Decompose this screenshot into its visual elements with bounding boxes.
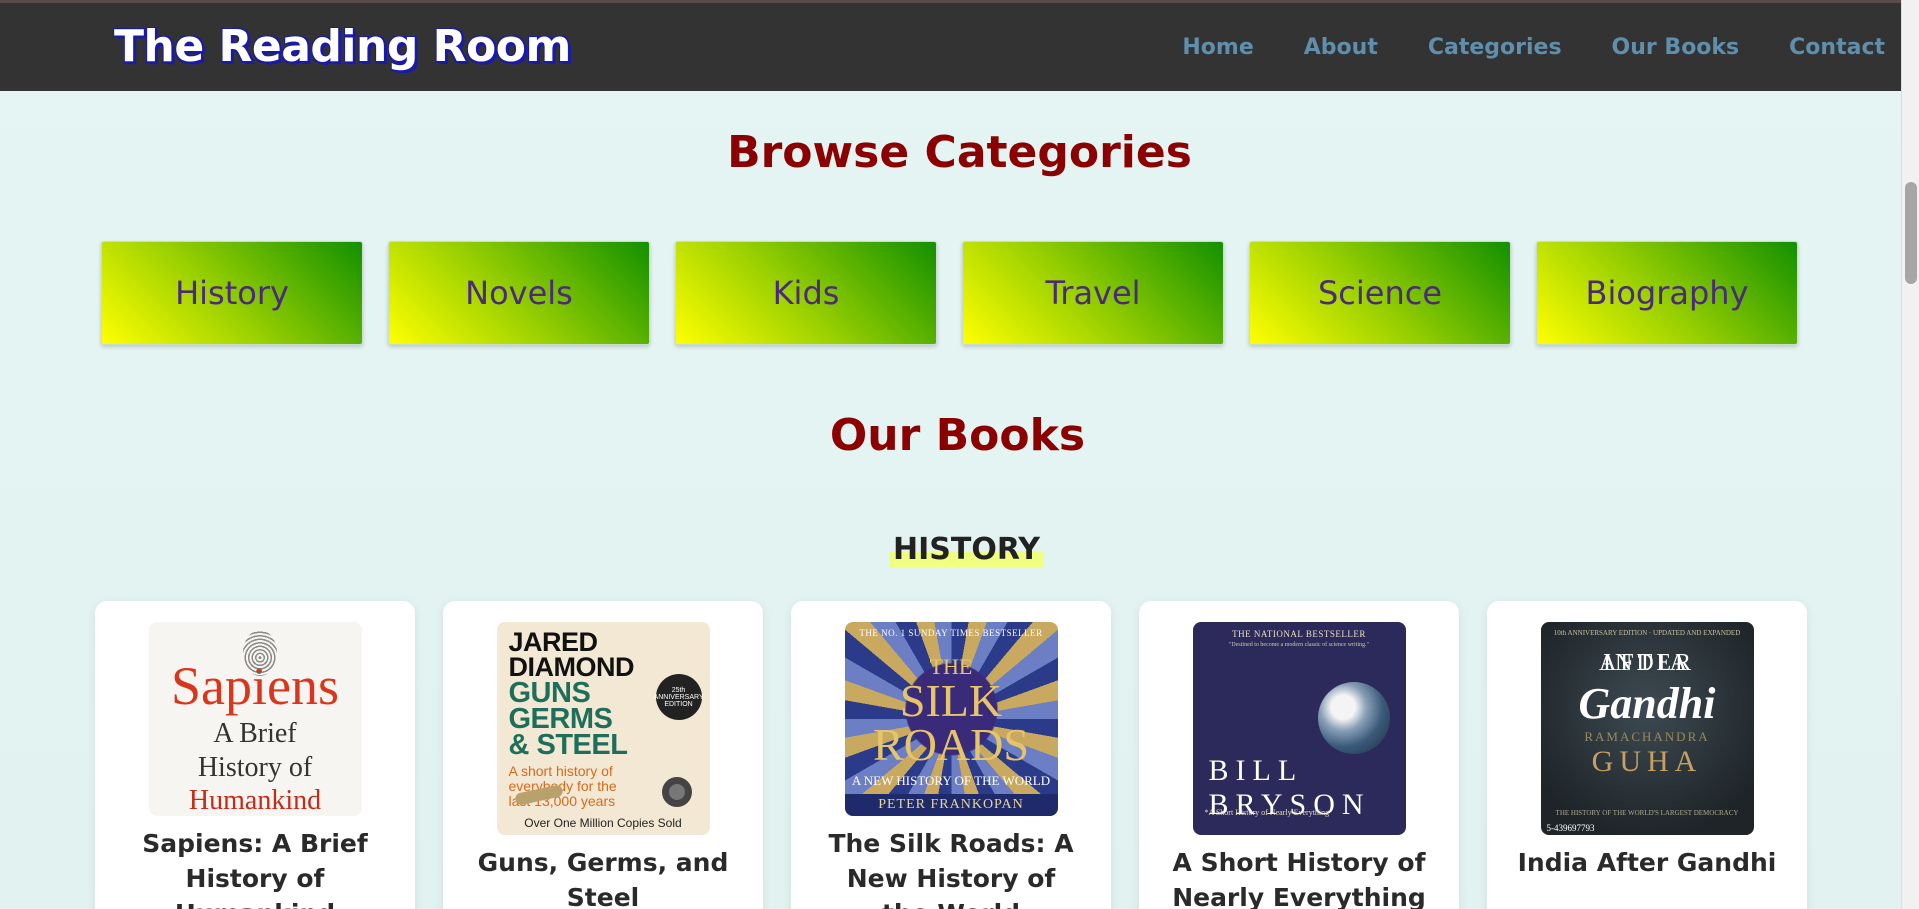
book-title[interactable]: A Short History of Nearly Everything (1169, 845, 1429, 909)
cover-text: JARED DIAMOND (508, 627, 635, 682)
nav-about[interactable]: About (1304, 35, 1378, 60)
cover-text: THE SILK ROADS (873, 655, 1029, 770)
book-card[interactable]: 10th ANNIVERSARY EDITION · UPDATED AND E… (1487, 601, 1807, 909)
cover-text: THE NO. 1 SUNDAY TIMES BESTSELLER (859, 628, 1043, 638)
cover-text: Over One Million Copies Sold (524, 816, 682, 830)
history-subsection-heading: HISTORY (0, 532, 1901, 567)
cover-text: & STEEL (508, 729, 628, 761)
category-science-button[interactable]: Science (1249, 241, 1511, 345)
nav-home[interactable]: Home (1182, 35, 1253, 60)
cover-text: ROADS (873, 719, 1029, 770)
cover-text: THE NATIONAL BESTSELLER (1232, 629, 1366, 639)
cover-text: Gandhi (1578, 679, 1716, 728)
cover-text: Humankind (188, 785, 322, 816)
cover-text: "Destined to become a modern classic of … (1228, 642, 1370, 648)
category-travel-button[interactable]: Travel (962, 241, 1224, 345)
cover-text: GUHA (1591, 745, 1703, 778)
cover-text: A NEW HISTORY OF THE WORLD (851, 773, 1051, 788)
cover-text: AFTER (1598, 650, 1695, 676)
cover-text: History of (197, 752, 313, 783)
page: The Reading Room Home About Categories O… (0, 0, 1901, 909)
book-list: Sapiens A Brief History of Humankind Sap… (95, 601, 1807, 909)
book-title[interactable]: Sapiens: A Brief History of Humankind (125, 826, 385, 909)
site-brand[interactable]: The Reading Room (114, 21, 571, 72)
cover-text: *A Short History of Nearly Everything (1204, 808, 1330, 817)
subsection-label: HISTORY (888, 532, 1045, 567)
navbar: The Reading Room Home About Categories O… (0, 0, 1901, 91)
nav-links: Home About Categories Our Books Contact (1182, 35, 1885, 60)
nut-icon (661, 777, 692, 807)
fingerprint-icon (242, 630, 277, 676)
our-books-title: Our Books (829, 410, 1086, 461)
nav-our-books[interactable]: Our Books (1612, 35, 1740, 60)
browse-categories-title: Browse Categories (727, 127, 1192, 178)
cover-text: 5-439697793 (1546, 823, 1595, 833)
book-cover-guns-germs-steel[interactable]: JARED DIAMOND GUNS GERMS & STEEL A short… (496, 622, 710, 835)
earth-icon (1317, 682, 1390, 754)
cover-text: THE HISTORY OF THE WORLD'S LARGEST DEMOC… (1555, 809, 1739, 817)
nav-contact[interactable]: Contact (1789, 35, 1885, 60)
category-history-button[interactable]: History (101, 241, 363, 345)
cover-text: A Brief (213, 718, 297, 749)
anniversary-badge: 25th ANNIVERSARY EDITION (654, 674, 704, 720)
scrollbar-thumb[interactable] (1905, 182, 1917, 284)
category-novels-button[interactable]: Novels (388, 241, 650, 345)
cover-text: PETER FRANKOPAN (844, 794, 1058, 816)
nav-categories[interactable]: Categories (1428, 35, 1562, 60)
book-card[interactable]: THE NO. 1 SUNDAY TIMES BESTSELLER THE SI… (791, 601, 1111, 909)
cover-text: RAMACHANDRA (1584, 729, 1710, 744)
book-cover-silk-roads[interactable]: THE NO. 1 SUNDAY TIMES BESTSELLER THE SI… (844, 622, 1058, 816)
book-title[interactable]: India After Gandhi (1517, 845, 1777, 880)
cover-text: 10th ANNIVERSARY EDITION · UPDATED AND E… (1553, 629, 1741, 637)
book-cover-india-after-gandhi[interactable]: 10th ANNIVERSARY EDITION · UPDATED AND E… (1540, 622, 1754, 835)
book-title[interactable]: The Silk Roads: A New History of the Wor… (821, 826, 1081, 909)
book-cover-short-history[interactable]: THE NATIONAL BESTSELLER "Destined to bec… (1192, 622, 1406, 835)
book-card[interactable]: JARED DIAMOND GUNS GERMS & STEEL A short… (443, 601, 763, 909)
category-biography-button[interactable]: Biography (1536, 241, 1798, 345)
cover-text: BILL (1208, 754, 1304, 787)
book-cover-sapiens[interactable]: Sapiens A Brief History of Humankind (148, 622, 362, 816)
category-kids-button[interactable]: Kids (675, 241, 937, 345)
vertical-scrollbar[interactable] (1901, 0, 1919, 909)
book-card[interactable]: Sapiens A Brief History of Humankind Sap… (95, 601, 415, 909)
book-card[interactable]: THE NATIONAL BESTSELLER "Destined to bec… (1139, 601, 1459, 909)
cover-text: SILK (899, 675, 1003, 726)
category-list: History Novels Kids Travel Science Biogr… (101, 241, 1798, 345)
book-title[interactable]: Guns, Germs, and Steel (473, 845, 733, 909)
